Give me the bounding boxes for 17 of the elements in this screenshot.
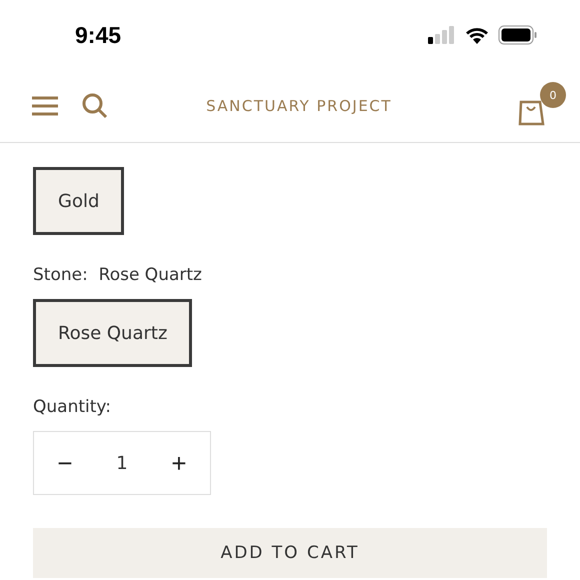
- increase-button[interactable]: +: [148, 432, 210, 494]
- search-icon[interactable]: [82, 93, 108, 119]
- cart-count-badge: 0: [540, 82, 566, 108]
- cart-icon[interactable]: [518, 98, 546, 126]
- add-to-cart-button[interactable]: ADD TO CART: [33, 528, 547, 578]
- status-time: 9:45: [75, 22, 122, 48]
- menu-icon[interactable]: [32, 96, 58, 116]
- option-button[interactable]: Rose Quartz: [33, 299, 192, 367]
- store-title: SANCTUARY PROJECT: [206, 97, 392, 115]
- option-label: Stone: Rose Quartz: [33, 265, 202, 285]
- decrease-button[interactable]: −: [34, 432, 96, 494]
- signal-icon: [428, 26, 456, 44]
- wifi-icon: [464, 26, 490, 44]
- battery-icon: [498, 25, 538, 45]
- quantity-label: Quantity:: [33, 397, 111, 417]
- quantity-value[interactable]: 1: [96, 452, 148, 474]
- option-button[interactable]: Gold: [33, 167, 124, 235]
